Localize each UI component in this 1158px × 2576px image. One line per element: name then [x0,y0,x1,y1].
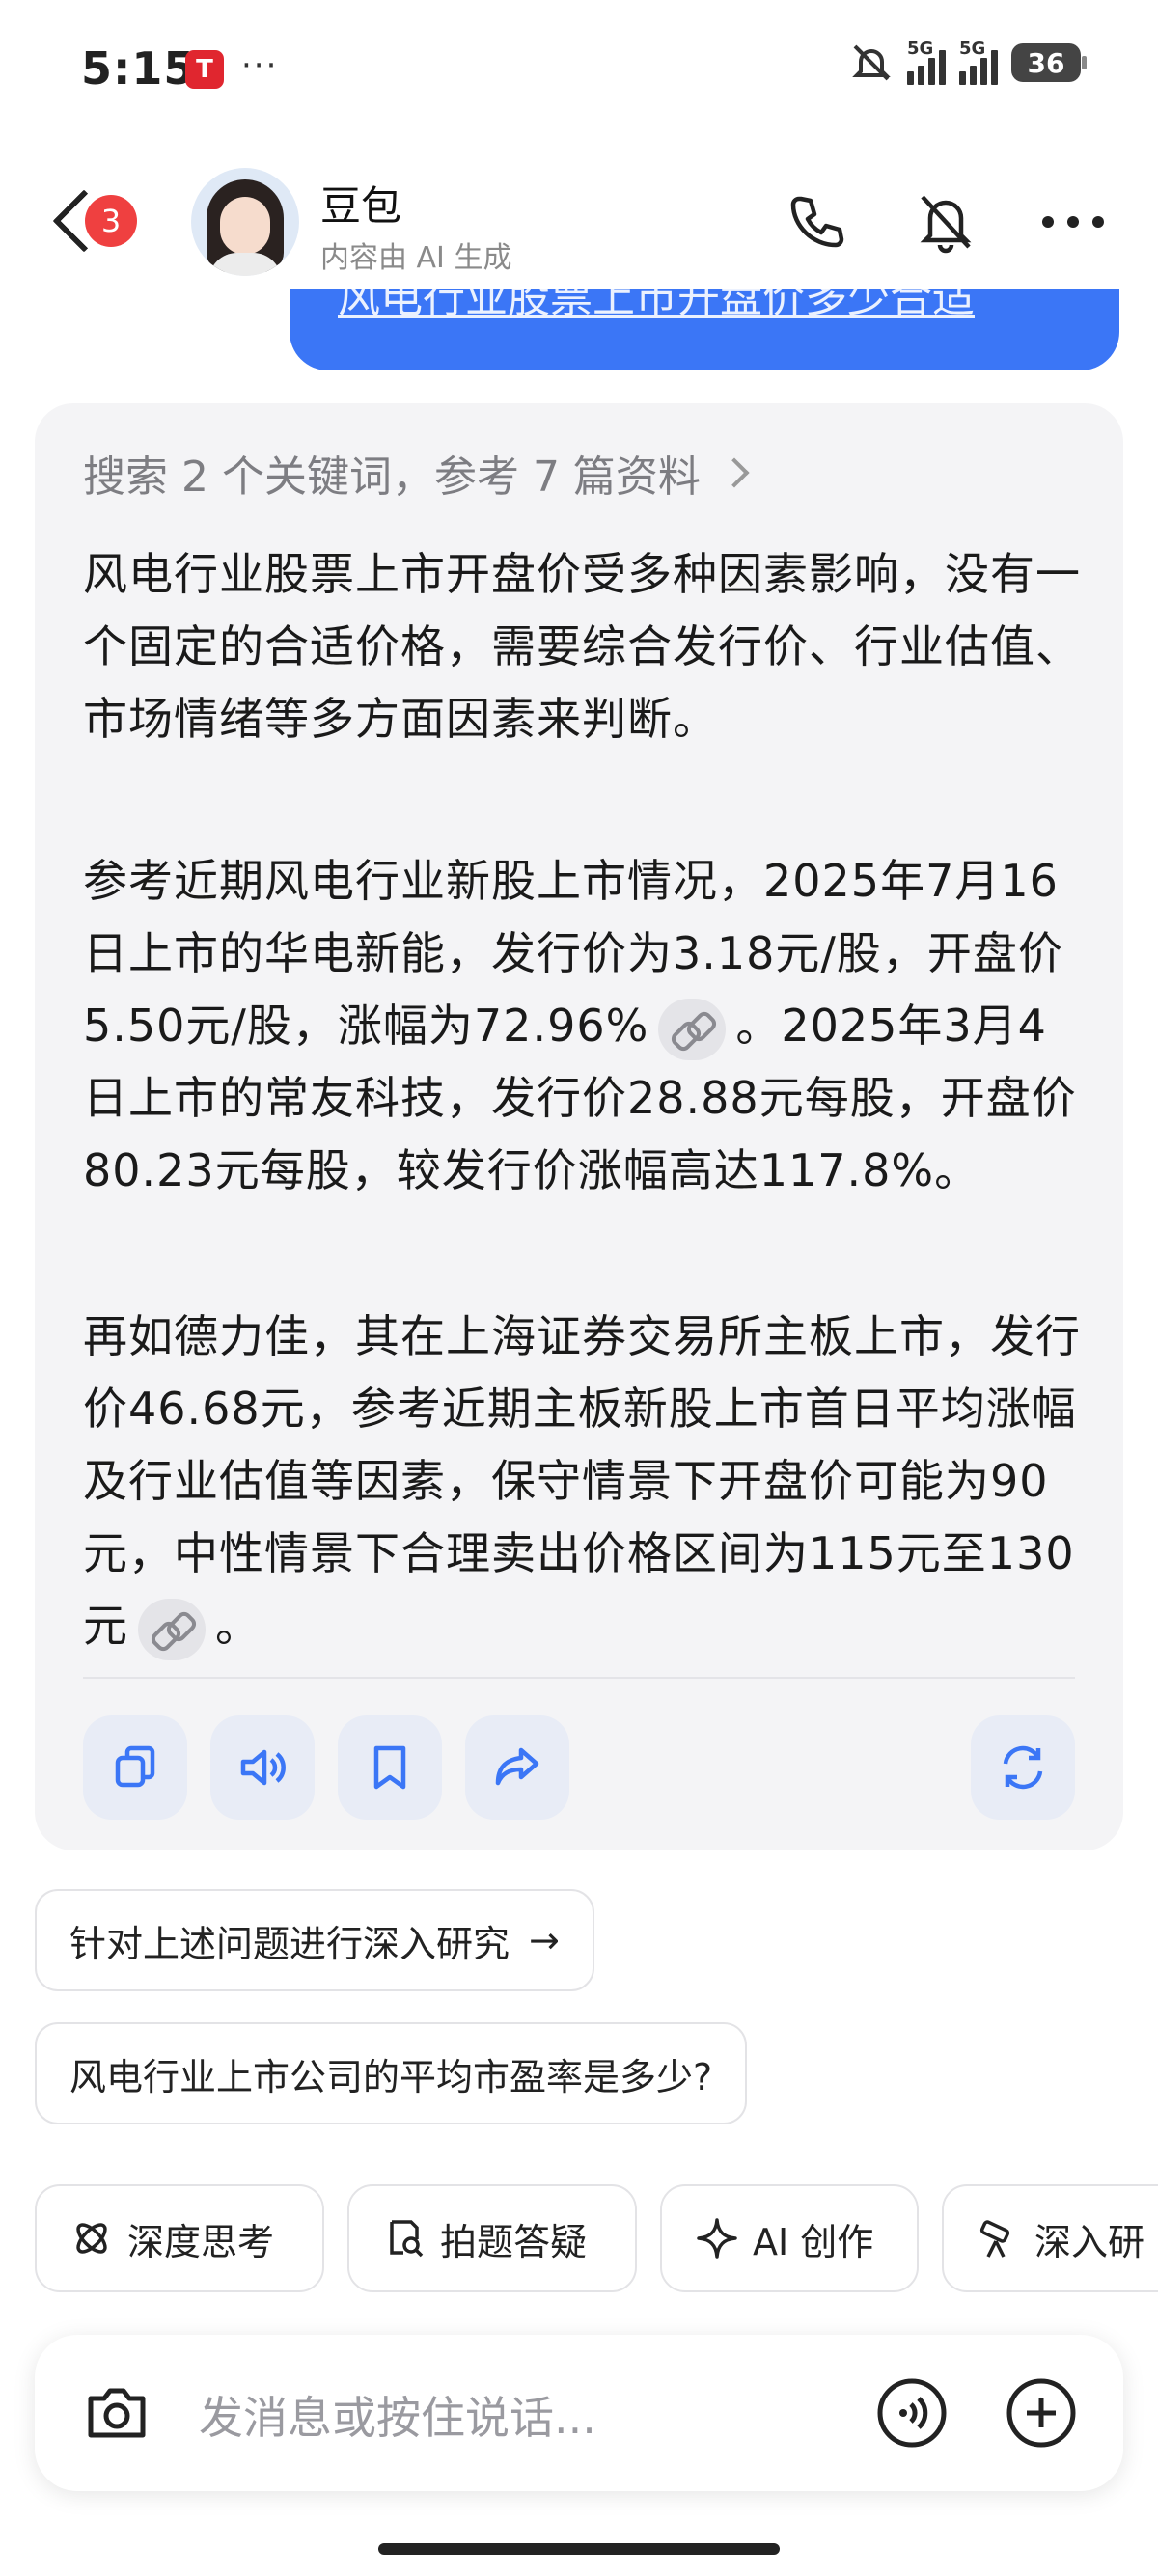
tool-ai-create[interactable]: AI 创作 [660,2184,919,2292]
tesla-icon: T [185,50,224,89]
status-indicators: 5G 5G 36 [849,39,1087,85]
mute-icon[interactable] [907,183,984,260]
unread-badge: 3 [85,195,137,247]
telescope-icon [979,2220,1010,2258]
avatar[interactable] [191,168,299,276]
read-aloud-button[interactable] [210,1715,315,1820]
message-input[interactable]: 发消息或按住说话... [199,2383,596,2447]
camera-button[interactable] [79,2375,154,2454]
message-composer: 发消息或按住说话... [35,2335,1123,2491]
answer-paragraph-2: 参考近期风电行业新股上市情况，2025年7月16日上市的华电新能，发行价为3.1… [83,845,1087,1207]
photo-search-icon [390,2220,424,2258]
answer-paragraph-1: 风电行业股票上市开盘价受多种因素影响，没有一个固定的合适价格，需要综合发行价、行… [83,548,1081,745]
search-summary-text: 搜索 2 个关键词，参考 7 篇资料 [83,452,701,502]
status-bar: 5:15 T ··· 5G 5G 36 [0,0,1158,135]
answer-paragraph-3: 再如德力佳，其在上海证券交易所主板上市，发行价46.68元，参考近期主板新股上市… [83,1301,1087,1662]
bell-muted-icon [852,44,891,81]
reference-link-icon-2[interactable] [138,1598,206,1660]
phone-icon[interactable] [778,183,855,260]
tool-label: 深度思考 [127,2220,275,2263]
chat-subtitle: 内容由 AI 生成 [320,241,512,275]
divider [83,1677,1075,1679]
voice-icon [877,2378,947,2448]
tool-deep-research[interactable]: 深入研 [942,2184,1158,2292]
sent-message-bubble[interactable]: 风电行业股票上市开盘价多少合适 [290,289,1119,370]
more-icon[interactable] [1034,183,1112,260]
sparkle-icon [697,2218,737,2259]
chevron-right-icon [719,457,750,488]
tool-label-4: 深入研 [1034,2220,1145,2263]
suggestion-deep-research[interactable]: 针对上述问题进行深入研究 → [35,1889,594,1991]
suggestion-label: 针对上述问题进行深入研究 [69,1922,510,1965]
camera-icon [88,2388,146,2438]
bookmark-button[interactable] [338,1715,442,1820]
share-button[interactable] [465,1715,569,1820]
tool-label-2: 拍题答疑 [440,2220,588,2263]
tool-photo-question[interactable]: 拍题答疑 [347,2184,637,2292]
add-button[interactable] [1004,2375,1079,2454]
signal-icon-2: 5G [959,39,998,85]
more-notifications-icon: ··· [241,46,279,85]
status-time: 5:15 [81,42,196,95]
answer-card: 搜索 2 个关键词，参考 7 篇资料 风电行业股票上市开盘价受多种因素影响，没有… [35,403,1123,1850]
answer-paragraph-3-text-b: 。 [215,1600,261,1652]
reference-link-icon[interactable] [658,998,727,1060]
share-icon [495,1747,539,1786]
regenerate-button[interactable] [971,1715,1075,1820]
bookmark-icon [373,1745,406,1790]
network-type-label: 5G [907,39,934,59]
tool-label-3: AI 创作 [753,2220,874,2263]
copy-button[interactable] [83,1715,187,1820]
voice-button[interactable] [874,2375,950,2454]
speaker-icon [240,1749,286,1786]
signal-icon: 5G [907,39,946,85]
search-summary-link[interactable]: 搜索 2 个关键词，参考 7 篇资料 [83,442,750,504]
arrow-right-icon: → [529,1919,560,1961]
suggestion-label-2: 风电行业上市公司的平均市盈率是多少? [69,2055,713,2098]
chat-header: 3 豆包 内容由 AI 生成 [0,154,1158,289]
plus-icon [1006,2378,1076,2448]
suggestion-follow-up[interactable]: 风电行业上市公司的平均市盈率是多少? [35,2022,748,2124]
tool-deep-thinking[interactable]: 深度思考 [35,2184,324,2292]
atom-icon [76,2223,107,2254]
home-indicator[interactable] [378,2543,780,2555]
battery-icon: 36 [1011,43,1087,82]
copy-icon [115,1745,155,1788]
regenerate-icon [1003,1745,1043,1790]
sent-message-text: 风电行业股票上市开盘价多少合适 [338,289,975,322]
network-type-label-2: 5G [959,39,986,59]
chat-title: 豆包 [320,182,402,230]
